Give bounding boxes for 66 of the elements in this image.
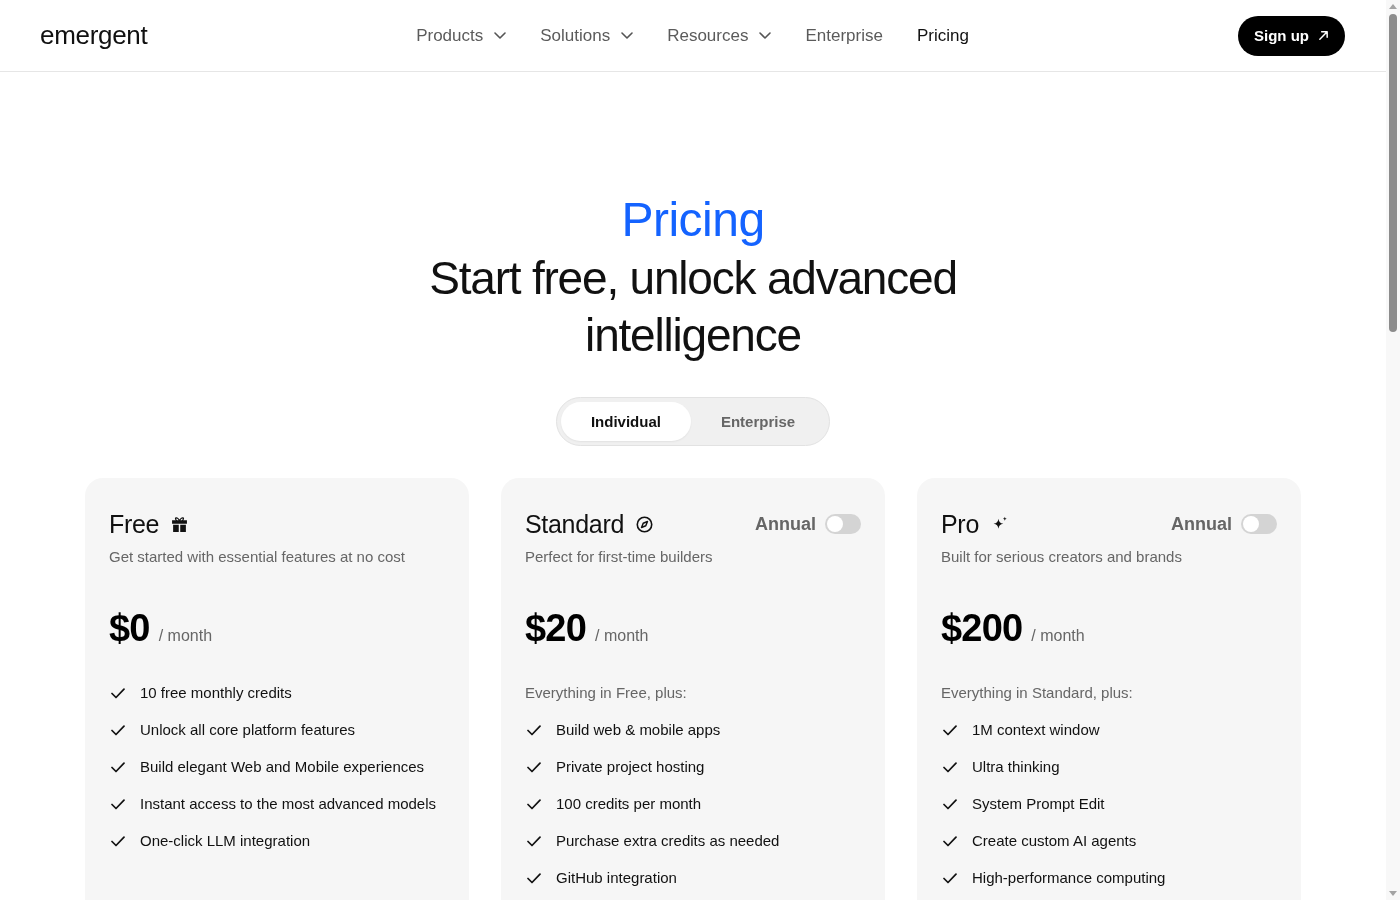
- check-icon: [527, 761, 541, 773]
- annual-toggle[interactable]: [1241, 514, 1277, 534]
- check-icon: [111, 724, 125, 736]
- logo[interactable]: emergent: [40, 20, 148, 51]
- feature-text: 1M context window: [972, 720, 1100, 740]
- check-icon: [943, 835, 957, 847]
- nav-link[interactable]: Pricing: [916, 21, 969, 50]
- check-icon: [943, 872, 957, 884]
- annual-label: Annual: [1171, 513, 1232, 535]
- scrollbar[interactable]: [1386, 0, 1400, 900]
- feature-text: Build elegant Web and Mobile experiences: [140, 757, 425, 777]
- check-icon: [527, 835, 541, 847]
- plan-type-tab[interactable]: Individual: [560, 402, 691, 441]
- check-icon: [111, 798, 125, 810]
- feature-text: Purchase extra credits as needed: [556, 831, 780, 851]
- compass-icon: [636, 515, 654, 533]
- feature-text: 100 credits per month: [556, 794, 702, 814]
- price-period: / month: [595, 627, 649, 645]
- plan-description: Perfect for first-time builders: [525, 547, 714, 567]
- plan-name: Pro: [941, 509, 979, 539]
- annual-toggle[interactable]: [825, 514, 861, 534]
- signup-button[interactable]: Sign up: [1238, 15, 1345, 56]
- feature-text: GitHub integration: [556, 868, 677, 888]
- nav-menu[interactable]: Resources: [667, 21, 772, 50]
- feature-text: 10 free monthly credits: [140, 683, 292, 703]
- plan-type-tab[interactable]: Enterprise: [690, 402, 826, 441]
- feature-text: Create custom AI agents: [972, 831, 1137, 851]
- check-icon: [943, 798, 957, 810]
- feature-text: System Prompt Edit: [972, 794, 1105, 814]
- price-period: / month: [158, 627, 213, 645]
- check-icon: [111, 687, 125, 699]
- check-icon: [527, 872, 541, 884]
- check-icon: [943, 724, 957, 736]
- plan-description: Built for serious creators and brands: [941, 547, 1183, 567]
- annual-label: Annual: [755, 513, 816, 535]
- plan-name: Standard: [525, 509, 625, 539]
- chevron-down-icon: [494, 32, 507, 39]
- chevron-down-icon: [621, 32, 634, 39]
- feature-text: Build web & mobile apps: [556, 720, 721, 740]
- nav-menu[interactable]: Products: [416, 21, 507, 50]
- gift-icon: [171, 515, 189, 533]
- nav-link[interactable]: Enterprise: [805, 21, 883, 50]
- feature-text: Ultra thinking: [972, 757, 1060, 777]
- feature-text: Instant access to the most advanced models: [140, 794, 436, 814]
- feature-text: High-performance computing: [972, 868, 1166, 888]
- features-intro: Everything in Free, plus:: [525, 683, 688, 703]
- check-icon: [111, 761, 125, 773]
- plan-description: Get started with essential features at no cost: [109, 547, 406, 567]
- feature-text: One-click LLM integration: [140, 831, 311, 851]
- feature-text: Private project hosting: [556, 757, 705, 777]
- plan-price: $200: [941, 607, 1023, 650]
- feature-text: Unlock all core platform features: [140, 720, 356, 740]
- arrow-up-right-icon: [1318, 30, 1329, 41]
- plan-price: $20: [525, 607, 586, 650]
- check-icon: [527, 798, 541, 810]
- check-icon: [527, 724, 541, 736]
- plan-price: $0: [109, 607, 150, 650]
- check-icon: [111, 835, 125, 847]
- features-intro: Everything in Standard, plus:: [941, 683, 1134, 703]
- page-eyebrow: Pricing: [620, 192, 766, 248]
- nav-menu[interactable]: Solutions: [540, 21, 634, 50]
- plan-name: Free: [109, 509, 160, 539]
- check-icon: [943, 761, 957, 773]
- price-period: / month: [1031, 627, 1085, 645]
- chevron-down-icon: [759, 32, 772, 39]
- page-headline: Start free, unlock advanced intelligence: [428, 251, 958, 363]
